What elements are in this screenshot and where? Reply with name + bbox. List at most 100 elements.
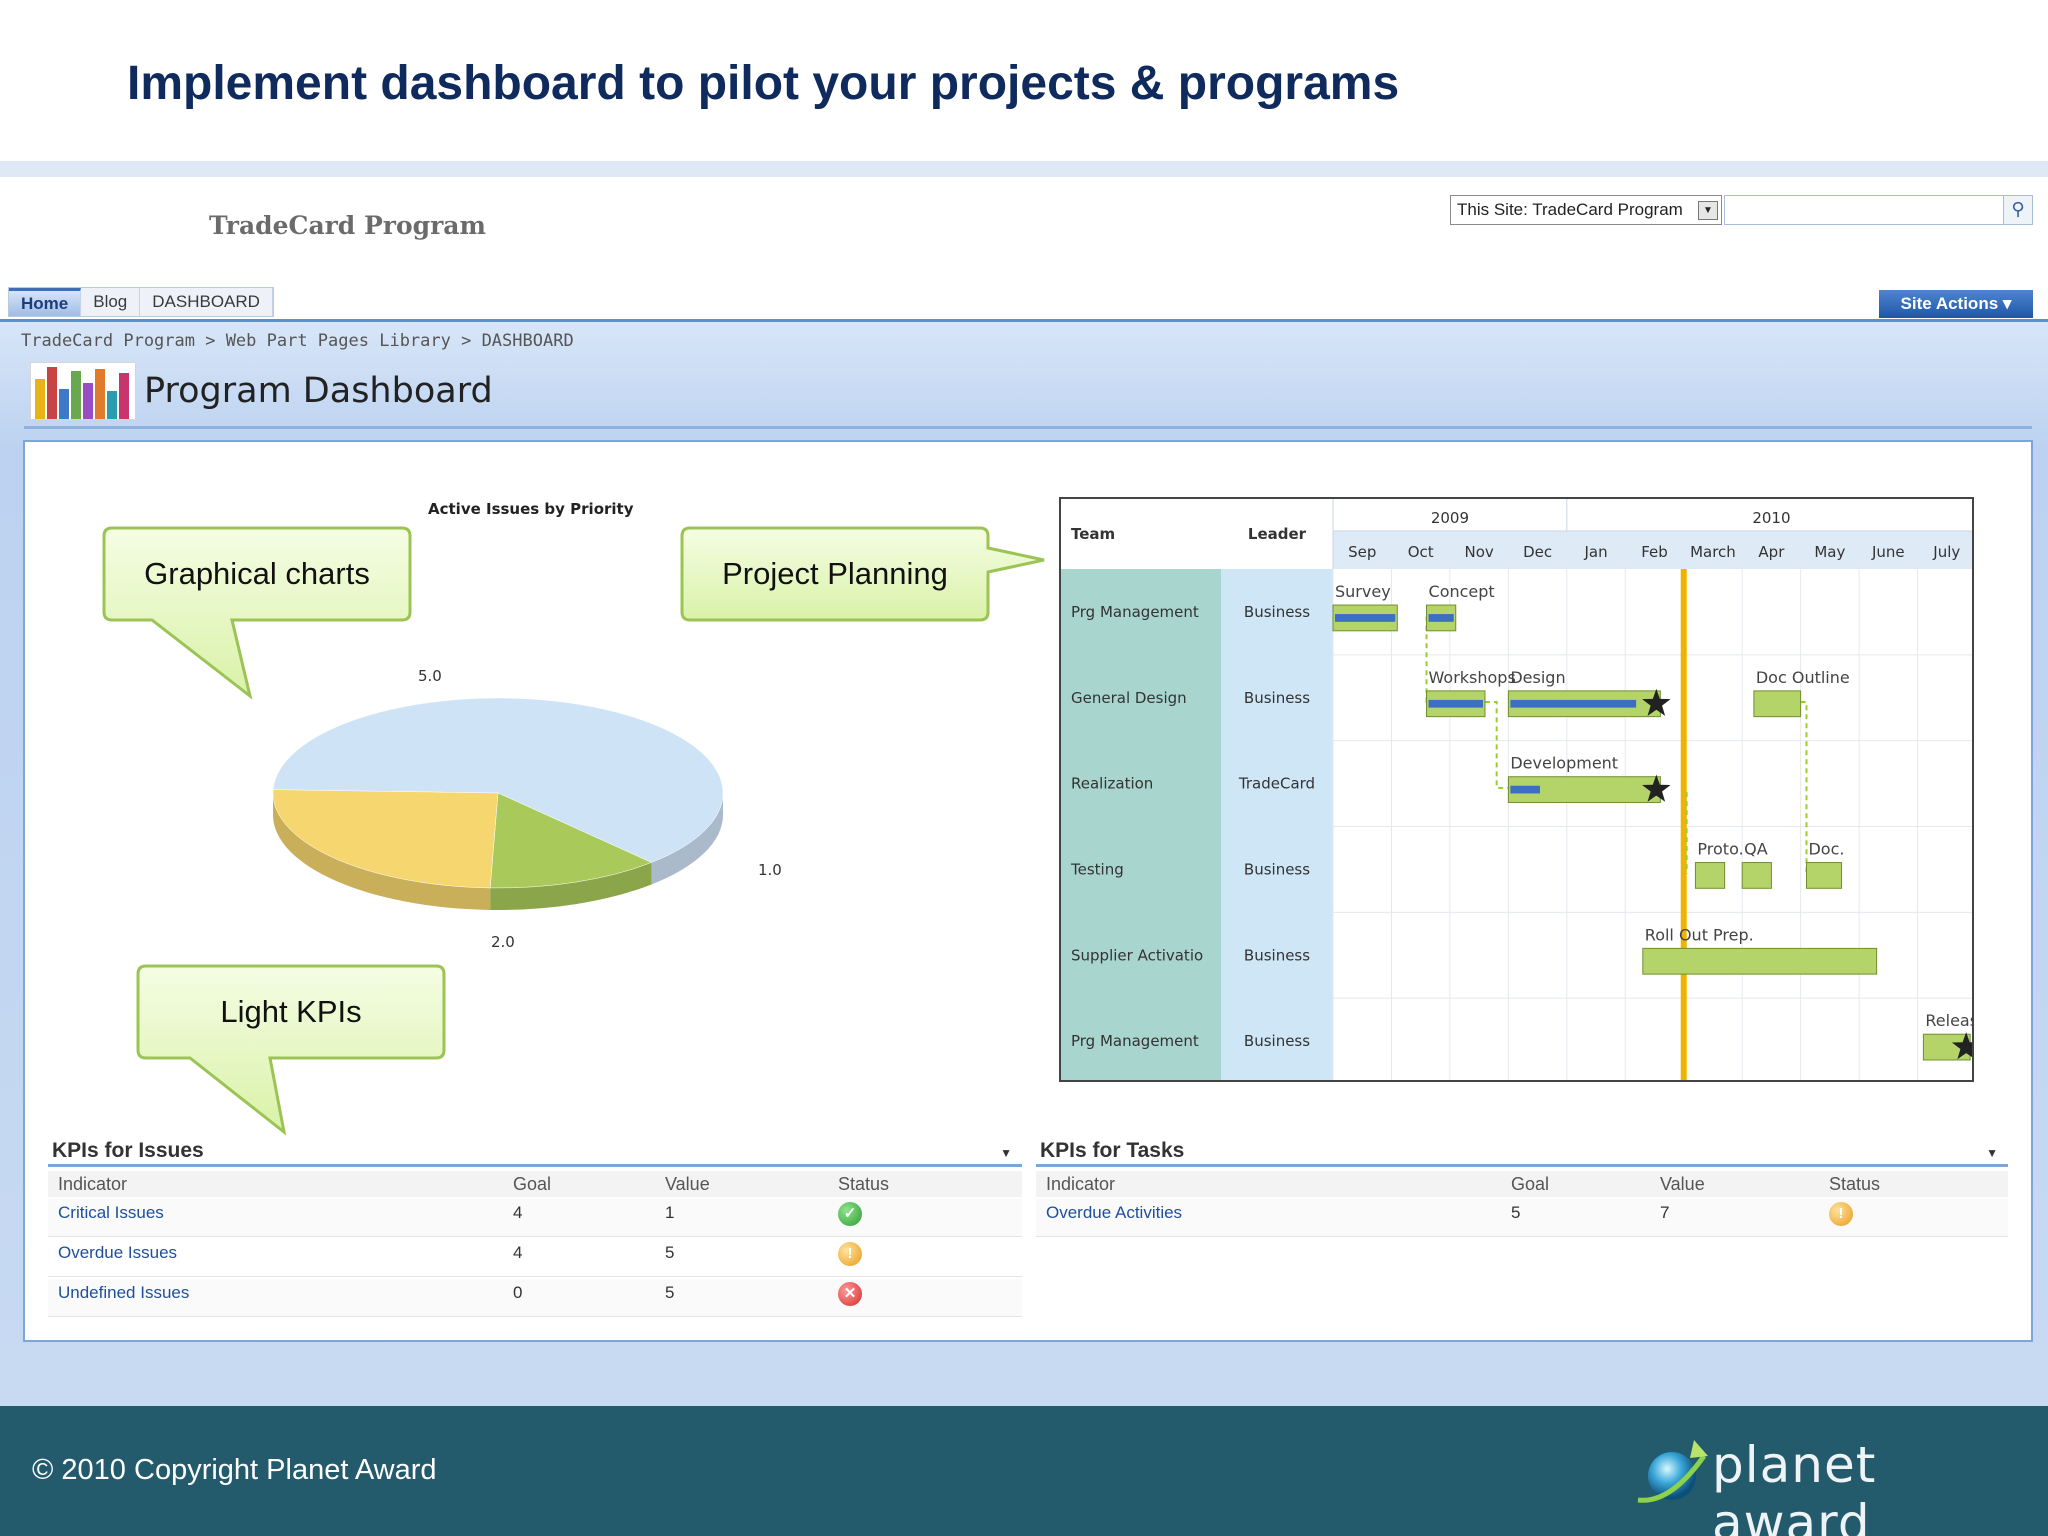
gantt-task-progress	[1335, 614, 1396, 622]
gantt-task-progress	[1510, 699, 1637, 708]
kpi-value: 1	[665, 1203, 675, 1222]
gantt-month-march: March	[1690, 543, 1736, 561]
gantt-month-sep: Sep	[1348, 543, 1376, 561]
gantt-task-bar	[1694, 862, 1726, 889]
chevron-down-icon[interactable]: ▼	[1000, 1137, 1012, 1169]
callout-kpis: Light KPIs	[220, 994, 362, 1029]
gantt-team-2: Realization	[1071, 775, 1153, 793]
kpi-value: 5	[665, 1243, 675, 1262]
logo-wordmark: planet award	[1712, 1436, 1877, 1536]
col-value[interactable]: Value	[665, 1171, 710, 1197]
gantt-month-june: June	[1871, 543, 1905, 561]
gantt-leader-0: Business	[1244, 603, 1310, 621]
kpi-row: Overdue Activities 5 7!	[1036, 1199, 2008, 1237]
gantt-year: 2009	[1431, 509, 1469, 527]
gantt-canvas: Team Leader 2009 2010 Sep Oct Nov Dec Jan Feb Marc…	[1061, 499, 1974, 1080]
kpi-tasks-webpart: KPIs for Tasks ▼ Indicator Goal Value St…	[1036, 1135, 2008, 1255]
gantt-month-feb: Feb	[1641, 543, 1668, 561]
callout-charts: Graphical charts	[144, 556, 370, 591]
gantt-chart: Team Leader 2009 2010 Sep Oct Nov Dec Jan Feb Marc…	[1059, 497, 1974, 1082]
gantt-task-label-1: Concept	[1429, 582, 1495, 601]
kpi-indicator: Overdue Issues	[58, 1239, 177, 1267]
gantt-task-label-4: Doc Outline	[1756, 668, 1850, 687]
kpi-issues-webpart: KPIs for Issues ▼ Indicator Goal Value S…	[48, 1135, 1022, 1317]
kpi-goal: 0	[513, 1283, 523, 1302]
warning-icon: !	[1829, 1202, 1853, 1226]
slide: Implement dashboard to pilot your projec…	[0, 0, 2048, 1536]
gantt-task-bar	[1753, 690, 1802, 718]
gantt-task-bar	[1741, 862, 1772, 889]
kpi-tasks-title: KPIs for Tasks	[1040, 1139, 1185, 1162]
kpi-status: ✕	[838, 1279, 862, 1307]
col-indicator[interactable]: Indicator	[1046, 1171, 1115, 1197]
callout-planning: Project Planning	[722, 556, 948, 591]
kpi-value: 7	[1660, 1203, 1670, 1222]
kpi-tasks-header: Indicator Goal Value Status	[1036, 1171, 2008, 1197]
gantt-header-team: Team	[1071, 525, 1115, 543]
kpi-indicator: Critical Issues	[58, 1199, 164, 1227]
gantt-task-label-2: Workshops	[1429, 668, 1516, 687]
kpi-issues-header: Indicator Goal Value Status	[48, 1171, 1022, 1197]
chevron-down-icon[interactable]: ▼	[1986, 1137, 1998, 1169]
kpi-indicator-link[interactable]: Overdue Issues	[58, 1243, 177, 1262]
planet-award-logo: planet award	[1630, 1428, 2020, 1536]
gantt-task-label-9: Roll Out Prep.	[1645, 925, 1754, 944]
gantt-month-apr: Apr	[1758, 543, 1785, 561]
kpi-goal: 4	[513, 1203, 523, 1222]
gantt-task-bar	[1642, 947, 1878, 975]
kpi-goal: 5	[1511, 1203, 1521, 1222]
gantt-team-4: Supplier Activatio	[1071, 946, 1203, 964]
gantt-task-progress	[1510, 785, 1540, 794]
warning-icon: !	[838, 1242, 862, 1266]
gantt-task-bar	[1805, 862, 1843, 889]
callout-charts-shape	[102, 526, 412, 700]
gantt-month-jan: Jan	[1583, 543, 1607, 561]
gantt-task-label-5: Development	[1510, 754, 1618, 773]
gantt-task-label-8: Doc.	[1808, 840, 1844, 859]
kpi-indicator-link[interactable]: Undefined Issues	[58, 1283, 189, 1302]
gantt-task-label-3: Design	[1510, 668, 1565, 687]
kpi-issues-title: KPIs for Issues	[52, 1139, 204, 1162]
kpi-indicator: Overdue Activities	[1046, 1199, 1182, 1227]
gantt-task-label-0: Survey	[1335, 582, 1391, 601]
col-goal[interactable]: Goal	[1511, 1171, 1549, 1197]
col-indicator[interactable]: Indicator	[58, 1171, 127, 1197]
error-icon: ✕	[838, 1282, 862, 1306]
kpi-value: 5	[665, 1283, 675, 1302]
gantt-team-3: Testing	[1070, 860, 1124, 878]
gantt-month-nov: Nov	[1464, 543, 1493, 561]
gantt-team-5: Prg Management	[1071, 1032, 1199, 1050]
gantt-team-0: Prg Management	[1071, 603, 1199, 621]
kpi-indicator-link[interactable]: Critical Issues	[58, 1203, 164, 1222]
kpi-row: Undefined Issues 0 5 ✕	[48, 1279, 1022, 1317]
kpi-status: !	[838, 1239, 862, 1267]
check-icon: ✓	[838, 1202, 862, 1226]
gantt-leader-5: Business	[1244, 1032, 1310, 1050]
col-goal[interactable]: Goal	[513, 1171, 551, 1197]
gantt-task-progress	[1428, 614, 1454, 622]
kpi-indicator-link[interactable]: Overdue Activities	[1046, 1203, 1182, 1222]
kpi-goal: 4	[513, 1243, 523, 1262]
gantt-year: 2010	[1752, 509, 1790, 527]
gantt-month-dec: Dec	[1523, 543, 1552, 561]
col-value[interactable]: Value	[1660, 1171, 1705, 1197]
gantt-leader-3: Business	[1244, 860, 1310, 878]
gantt-header-leader: Leader	[1248, 525, 1307, 543]
gantt-month-july: July	[1932, 543, 1960, 561]
gantt-leader-4: Business	[1244, 946, 1310, 964]
col-status[interactable]: Status	[1829, 1171, 1880, 1197]
gantt-task-progress	[1428, 699, 1483, 708]
callout-kpis-shape	[136, 964, 446, 1136]
kpi-row: Critical Issues 4 1 ✓	[48, 1199, 1022, 1237]
gantt-month-may: May	[1814, 543, 1845, 561]
planet-globe-icon	[1637, 1440, 1708, 1503]
gantt-leader-2: TradeCard	[1238, 775, 1315, 793]
gantt-task-label-10: Release	[1925, 1011, 1974, 1030]
kpi-row: Overdue Issues 4 5!	[48, 1239, 1022, 1277]
col-status[interactable]: Status	[838, 1171, 889, 1197]
gantt-team-1: General Design	[1071, 689, 1187, 707]
gantt-task-label-6: Proto.	[1697, 840, 1743, 859]
slide-footer: © 2010 Copyright Planet Award planet awa…	[0, 1406, 2048, 1536]
gantt-dependency	[1484, 701, 1509, 789]
copyright-text: © 2010 Copyright Planet Award	[32, 1454, 437, 1486]
